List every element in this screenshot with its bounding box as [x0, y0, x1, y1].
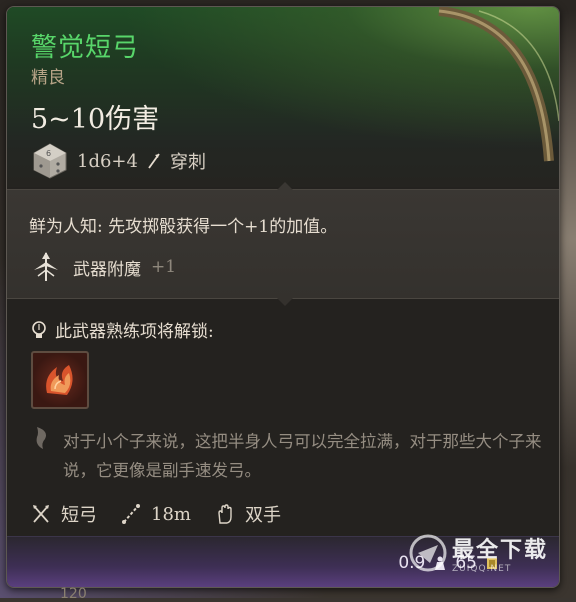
- pierce-icon: [148, 153, 160, 169]
- proficiency-unlock-row: 此武器熟练项将解锁:: [31, 317, 214, 342]
- item-tooltip: 警觉短弓 精良 5~10伤害 6 1d6+4 穿刺 鲜为人知: 先攻掷骰获得一个…: [6, 6, 560, 588]
- passive-section: 鲜为人知: 先攻掷骰获得一个+1的加值。 武器附魔 +1: [7, 182, 559, 306]
- passive-text: 鲜为人知: 先攻掷骰获得一个+1的加值。: [29, 217, 338, 237]
- bulb-icon: [32, 320, 46, 338]
- handedness: 双手: [244, 505, 281, 526]
- gold-icon: [487, 558, 497, 569]
- weapon-type-stat: 短弓: [31, 501, 97, 527]
- enchant-icon: [34, 252, 58, 281]
- range-icon: [122, 504, 140, 524]
- bow-icon: [438, 7, 559, 162]
- enchant-label: 武器附魔: [73, 259, 141, 280]
- svg-text:6: 6: [46, 149, 51, 158]
- enchant-value: +1: [151, 257, 177, 277]
- tooltip-footer: 0.9 65: [7, 536, 559, 587]
- weight-value: 0.9: [398, 553, 426, 573]
- flame-swirl-icon: [46, 365, 73, 395]
- section-notch: [277, 182, 293, 190]
- item-damage: 5~10伤害: [31, 104, 160, 135]
- weapon-type: 短弓: [61, 505, 97, 526]
- item-rarity: 精良: [31, 68, 65, 88]
- weight-icon: [435, 556, 446, 570]
- damage-dice-row: 6 1d6+4 穿刺: [31, 141, 206, 181]
- weapon-stats-row: 短弓 18m 双手: [31, 499, 291, 529]
- section-notch: [277, 298, 293, 306]
- dice-icon: 6: [33, 143, 67, 179]
- range-value: 18m: [151, 503, 191, 525]
- crossed-arrows-icon: [33, 505, 49, 523]
- dice-formula: 1d6+4: [77, 150, 138, 172]
- hand-icon: [218, 504, 232, 524]
- skill-icon[interactable]: [31, 351, 89, 409]
- quill-icon: [36, 427, 46, 449]
- handedness-stat: 双手: [215, 501, 281, 527]
- unlock-text: 此武器熟练项将解锁:: [55, 322, 214, 342]
- footer-values: 0.9 65: [398, 553, 499, 573]
- range-stat: 18m: [121, 503, 191, 525]
- price-value: 65: [455, 553, 477, 573]
- enchant-row: 武器附魔 +1: [29, 250, 176, 284]
- item-name: 警觉短弓: [31, 33, 140, 63]
- tooltip-header: 警觉短弓 精良 5~10伤害 6 1d6+4 穿刺: [7, 7, 559, 187]
- flavor-text: 对于小个子来说，这把半身人弓可以完全拉满，对于那些大个子来说，它更像是副手速发弓…: [63, 432, 542, 480]
- damage-type: 穿刺: [169, 152, 206, 173]
- background-partial-number: 120: [60, 586, 87, 602]
